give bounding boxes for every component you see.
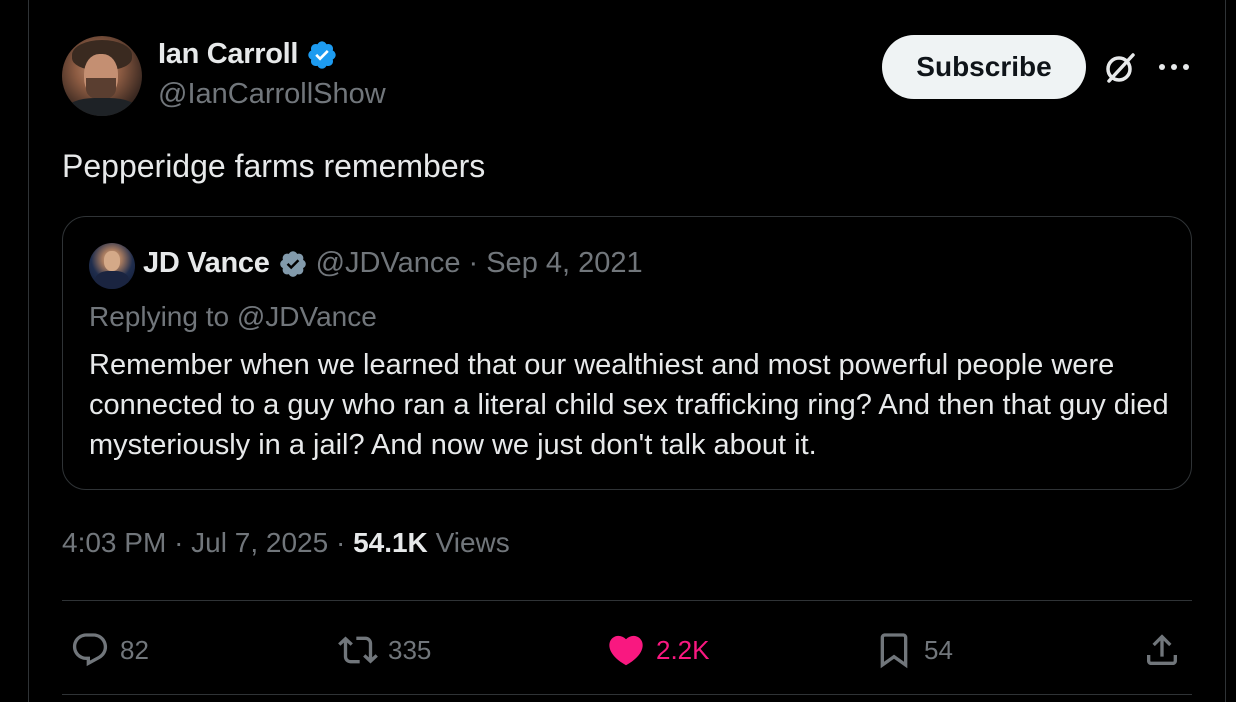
quoted-tweet[interactable]: JD Vance @JDVance · Sep 4, 2021 Replying… xyxy=(62,216,1192,490)
bookmark-count: 54 xyxy=(924,634,953,665)
tweet-time[interactable]: 4:03 PM xyxy=(62,527,166,558)
author-name[interactable]: Ian Carroll xyxy=(158,38,298,71)
author-name-row[interactable]: Ian Carroll xyxy=(158,38,338,71)
quoted-name: JD Vance xyxy=(143,247,270,279)
action-bar: 82 335 2.2K 54 xyxy=(62,620,1192,680)
tweet-meta: 4:03 PM · Jul 7, 2025 · 54.1K Views xyxy=(62,527,510,559)
like-count: 2.2K xyxy=(656,634,710,665)
meta-separator: · xyxy=(335,527,346,558)
share-icon xyxy=(1147,634,1177,665)
reply-button[interactable]: 82 xyxy=(70,620,149,680)
more-icon[interactable] xyxy=(1156,52,1192,82)
repost-count: 335 xyxy=(388,634,432,665)
author-handle[interactable]: @IanCarrollShow xyxy=(158,78,386,111)
like-button[interactable]: 2.2K xyxy=(606,620,710,680)
quoted-avatar[interactable] xyxy=(89,243,135,289)
quoted-header: JD Vance @JDVance · Sep 4, 2021 xyxy=(143,247,643,280)
reply-count: 82 xyxy=(120,634,149,665)
quoted-separator: · xyxy=(468,247,479,279)
bookmark-icon xyxy=(880,633,908,669)
reply-icon xyxy=(72,633,108,667)
bookmark-button[interactable]: 54 xyxy=(874,620,953,680)
quoted-handle: @JDVance xyxy=(315,247,461,279)
subscribe-button[interactable]: Subscribe xyxy=(882,35,1086,99)
tweet-text: Pepperidge farms remembers xyxy=(62,148,486,184)
author-avatar[interactable] xyxy=(62,36,142,116)
views-label: Views xyxy=(435,527,510,558)
tweet-date[interactable]: Jul 7, 2025 xyxy=(191,527,328,558)
views-count: 54.1K xyxy=(353,527,428,558)
verified-badge-icon xyxy=(308,40,336,69)
quoted-replying-to: Replying to @JDVance xyxy=(89,301,377,332)
heart-icon xyxy=(609,635,643,666)
verified-badge-icon xyxy=(279,250,306,277)
quoted-date: Sep 4, 2021 xyxy=(486,247,643,279)
grok-icon[interactable] xyxy=(1100,48,1140,88)
quoted-body: Remember when we learned that our wealth… xyxy=(89,349,1169,461)
divider-top xyxy=(62,600,1192,601)
divider-bottom xyxy=(62,694,1192,695)
repost-button[interactable]: 335 xyxy=(338,620,431,680)
meta-separator: · xyxy=(174,527,184,558)
share-button[interactable] xyxy=(1142,620,1182,680)
repost-icon xyxy=(338,636,378,664)
